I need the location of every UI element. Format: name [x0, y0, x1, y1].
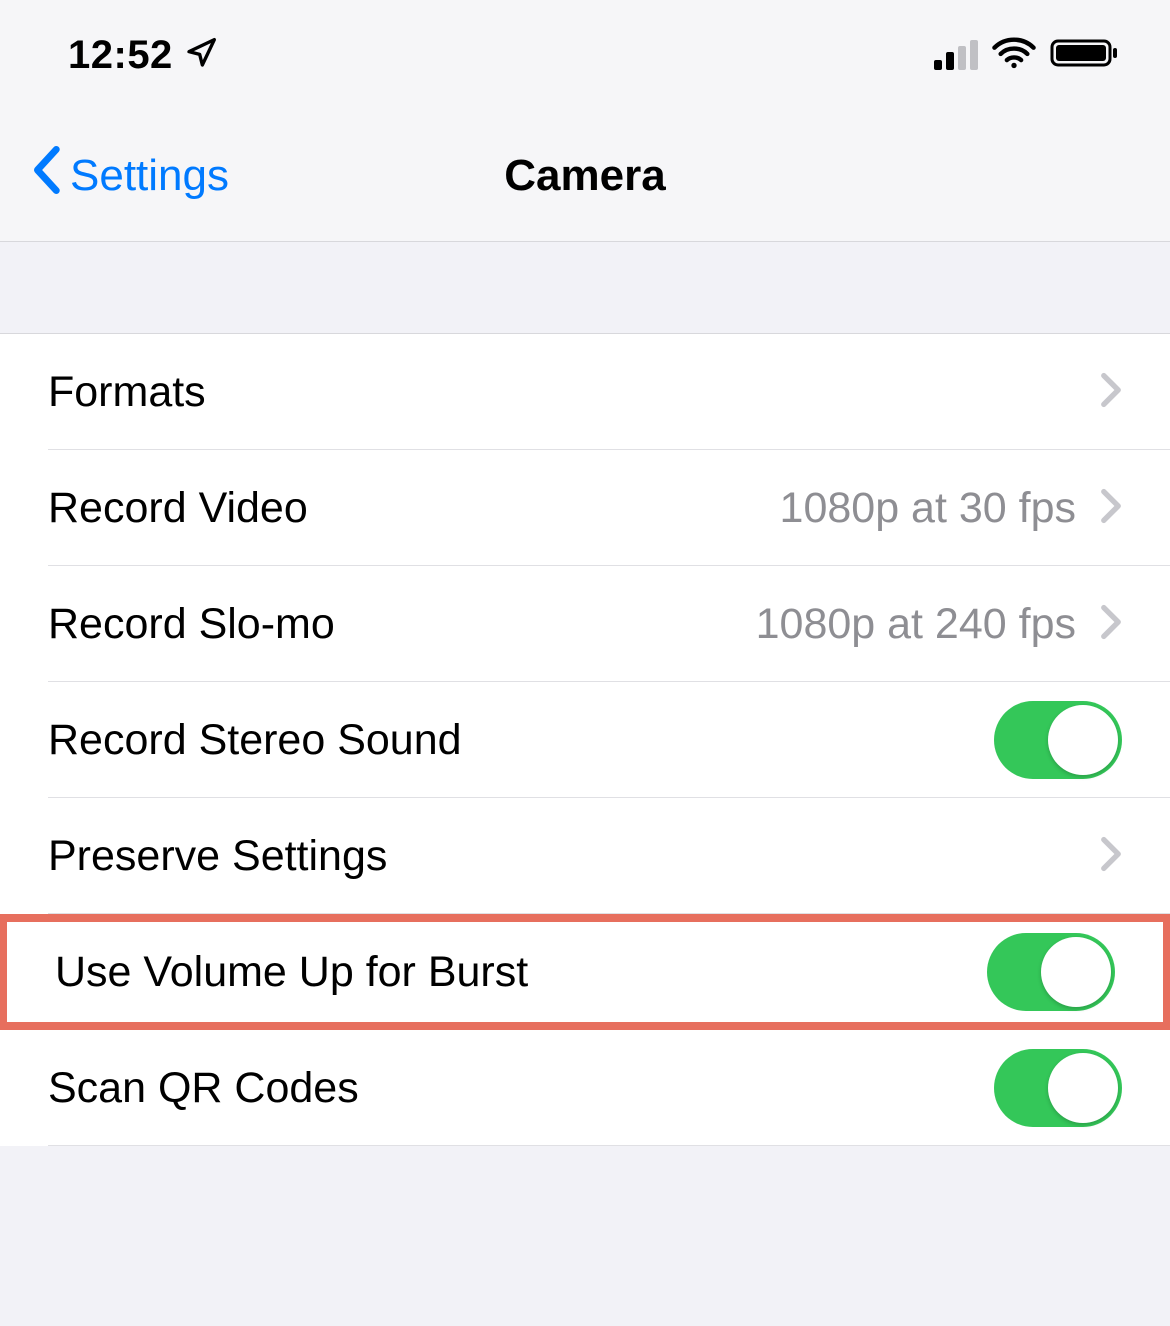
chevron-left-icon	[30, 146, 62, 205]
wifi-icon	[992, 37, 1036, 74]
battery-icon	[1050, 37, 1120, 74]
row-value: 1080p at 30 fps	[780, 484, 1076, 533]
chevron-right-icon	[1100, 488, 1122, 529]
back-button[interactable]: Settings	[30, 146, 229, 205]
row-label: Formats	[48, 368, 1100, 417]
row-value: 1080p at 240 fps	[756, 600, 1076, 649]
record-slomo-row[interactable]: Record Slo-mo 1080p at 240 fps	[0, 566, 1170, 682]
navigation-bar: Settings Camera	[0, 110, 1170, 242]
page-title: Camera	[504, 151, 665, 201]
formats-row[interactable]: Formats	[0, 334, 1170, 450]
row-label: Record Slo-mo	[48, 600, 756, 649]
row-label: Scan QR Codes	[48, 1064, 994, 1113]
volume-burst-row: Use Volume Up for Burst	[0, 914, 1170, 1030]
chevron-right-icon	[1100, 372, 1122, 413]
settings-list: Formats Record Video 1080p at 30 fps Rec…	[0, 334, 1170, 1146]
record-video-row[interactable]: Record Video 1080p at 30 fps	[0, 450, 1170, 566]
preserve-settings-row[interactable]: Preserve Settings	[0, 798, 1170, 914]
stereo-sound-toggle[interactable]	[994, 701, 1122, 779]
row-label: Record Stereo Sound	[48, 716, 994, 765]
cellular-signal-icon	[934, 40, 978, 70]
status-right	[934, 37, 1120, 74]
volume-burst-toggle[interactable]	[987, 933, 1115, 1011]
section-spacer	[0, 242, 1170, 334]
status-bar: 12:52	[0, 0, 1170, 110]
chevron-right-icon	[1100, 604, 1122, 645]
scan-qr-codes-row: Scan QR Codes	[0, 1030, 1170, 1146]
chevron-right-icon	[1100, 836, 1122, 877]
back-label: Settings	[70, 151, 229, 201]
record-stereo-sound-row: Record Stereo Sound	[0, 682, 1170, 798]
row-label: Record Video	[48, 484, 780, 533]
row-label: Use Volume Up for Burst	[55, 948, 987, 997]
scan-qr-toggle[interactable]	[994, 1049, 1122, 1127]
status-left: 12:52	[68, 33, 217, 78]
location-icon	[185, 37, 217, 74]
status-time: 12:52	[68, 33, 173, 78]
row-label: Preserve Settings	[48, 832, 1100, 881]
